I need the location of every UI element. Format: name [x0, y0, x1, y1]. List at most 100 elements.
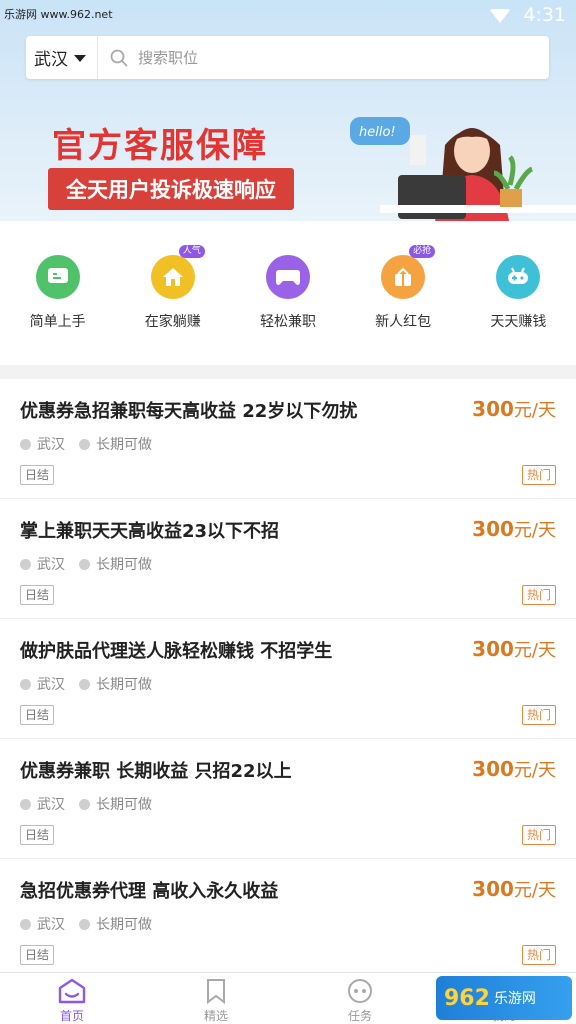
location-pin-icon	[20, 438, 31, 450]
category-label: 新人红包	[375, 314, 432, 330]
job-salary: 300元/天	[472, 636, 556, 662]
job-meta: 武汉 长期可做	[20, 554, 152, 574]
clock-icon	[79, 678, 90, 690]
settlement-tag: 日结	[20, 705, 55, 725]
job-location: 武汉	[37, 677, 65, 693]
location-pin-icon	[20, 558, 31, 570]
job-title: 做护肤品代理送人脉轻松赚钱 不招学生	[20, 641, 333, 662]
watermark-text: 乐游网	[493, 991, 536, 1007]
controller-icon	[496, 255, 541, 299]
clock-icon	[79, 558, 90, 570]
job-location: 武汉	[37, 437, 65, 453]
must-grab-badge: 必抢	[409, 245, 436, 258]
category-label: 天天赚钱	[490, 314, 547, 330]
job-meta: 武汉 长期可做	[20, 914, 152, 934]
job-duration: 长期可做	[96, 437, 152, 453]
hot-tag: 热门	[521, 705, 556, 725]
salary-amount: 300	[472, 757, 514, 781]
caret-down-icon	[74, 55, 86, 62]
job-item[interactable]: 优惠券急招兼职每天高收益 22岁以下勿扰 300元/天 武汉 长期可做 日结 热…	[0, 379, 576, 499]
gift-icon: 必抢	[381, 245, 436, 299]
salary-amount: 300	[472, 877, 514, 901]
nav-label: 首页	[59, 1009, 84, 1023]
popular-badge: 人气	[178, 245, 205, 258]
gamepad-icon	[265, 255, 310, 299]
category-label: 在家躺赚	[144, 314, 201, 330]
search-icon	[110, 49, 128, 67]
nav-home[interactable]: 首页	[0, 973, 144, 1024]
job-item[interactable]: 急招优惠券代理 高收入永久收益 300元/天 武汉 长期可做 日结 热门	[0, 859, 576, 979]
job-item[interactable]: 优惠券兼职 长期收益 只招22以上 300元/天 武汉 长期可做 日结 热门	[0, 739, 576, 859]
salary-unit: 元/天	[513, 640, 556, 661]
salary-amount: 300	[472, 637, 514, 661]
job-duration: 长期可做	[96, 557, 152, 573]
city-label: 武汉	[34, 50, 68, 70]
job-salary: 300元/天	[472, 756, 556, 782]
location-pin-icon	[20, 918, 31, 930]
wifi-icon	[489, 9, 512, 23]
salary-unit: 元/天	[513, 880, 556, 901]
salary-amount: 300	[472, 517, 514, 541]
job-item[interactable]: 做护肤品代理送人脉轻松赚钱 不招学生 300元/天 武汉 长期可做 日结 热门	[0, 619, 576, 739]
job-location: 武汉	[37, 557, 65, 573]
job-duration: 长期可做	[96, 917, 152, 933]
job-title: 优惠券急招兼职每天高收益 22岁以下勿扰	[20, 401, 358, 422]
job-duration: 长期可做	[96, 677, 152, 693]
category-daily-earn[interactable]: 天天赚钱	[461, 221, 576, 365]
settlement-tag: 日结	[20, 945, 55, 965]
job-salary: 300元/天	[472, 876, 556, 902]
settlement-tag: 日结	[20, 585, 55, 605]
category-simple-start[interactable]: 简单上手	[0, 221, 115, 365]
search-bar: 武汉	[26, 36, 549, 79]
job-meta: 武汉 长期可做	[20, 674, 152, 694]
salary-unit: 元/天	[513, 760, 556, 781]
category-label: 轻松兼职	[259, 314, 316, 330]
nav-label: 精选	[203, 1009, 228, 1023]
clock-icon	[79, 438, 90, 450]
job-list: 优惠券急招兼职每天高收益 22岁以下勿扰 300元/天 武汉 长期可做 日结 热…	[0, 379, 576, 979]
job-meta: 武汉 长期可做	[20, 794, 152, 814]
nav-tasks[interactable]: 任务	[288, 973, 432, 1024]
salary-unit: 元/天	[513, 520, 556, 541]
corner-watermark: 962 乐游网	[436, 976, 572, 1020]
hot-tag: 热门	[521, 825, 556, 845]
nav-featured[interactable]: 精选	[144, 973, 288, 1024]
hot-tag: 热门	[521, 585, 556, 605]
home-icon	[58, 978, 86, 1004]
category-newbie-red-packet[interactable]: 必抢 新人红包	[346, 221, 461, 365]
job-item[interactable]: 掌上兼职天天高收益23以下不招 300元/天 武汉 长期可做 日结 热门	[0, 499, 576, 619]
job-meta: 武汉 长期可做	[20, 434, 152, 454]
clock-icon	[79, 918, 90, 930]
city-selector[interactable]: 武汉	[26, 36, 98, 79]
banner-subtitle: 全天用户投诉极速响应	[48, 168, 294, 210]
bookmark-icon	[207, 979, 225, 1004]
job-title: 优惠券兼职 长期收益 只招22以上	[20, 761, 292, 782]
hello-bubble-text: hello!	[359, 125, 396, 140]
status-bar: 4:31	[489, 4, 566, 26]
settlement-tag: 日结	[20, 825, 55, 845]
task-icon	[348, 979, 372, 1003]
salary-amount: 300	[472, 397, 514, 421]
banner-title: 官方客服保障	[52, 126, 268, 166]
job-location: 武汉	[37, 797, 65, 813]
job-title: 急招优惠券代理 高收入永久收益	[20, 881, 279, 902]
clock-icon	[79, 798, 90, 810]
category-work-from-home[interactable]: 人气 在家躺赚	[115, 221, 230, 365]
category-label: 简单上手	[29, 314, 86, 330]
house-icon: 人气	[150, 245, 205, 299]
search-input[interactable]	[138, 48, 518, 67]
customer-service-illustration: hello!	[350, 117, 576, 221]
salary-unit: 元/天	[513, 400, 556, 421]
hot-tag: 热门	[521, 945, 556, 965]
location-pin-icon	[20, 678, 31, 690]
watermark-number: 962	[444, 985, 490, 1011]
job-salary: 300元/天	[472, 516, 556, 542]
category-easy-part-time[interactable]: 轻松兼职	[230, 221, 345, 365]
site-watermark: 乐游网 www.962.net	[4, 8, 113, 21]
top-banner[interactable]: 乐游网 www.962.net 4:31 武汉 官方客服保障 全天用户投诉极速响…	[0, 0, 576, 221]
job-location: 武汉	[37, 917, 65, 933]
nav-label: 任务	[347, 1009, 372, 1023]
job-duration: 长期可做	[96, 797, 152, 813]
category-row: 简单上手 人气 在家躺赚 轻松兼职 必抢 新人红包 天天赚钱	[0, 221, 576, 365]
status-time: 4:31	[523, 4, 566, 26]
